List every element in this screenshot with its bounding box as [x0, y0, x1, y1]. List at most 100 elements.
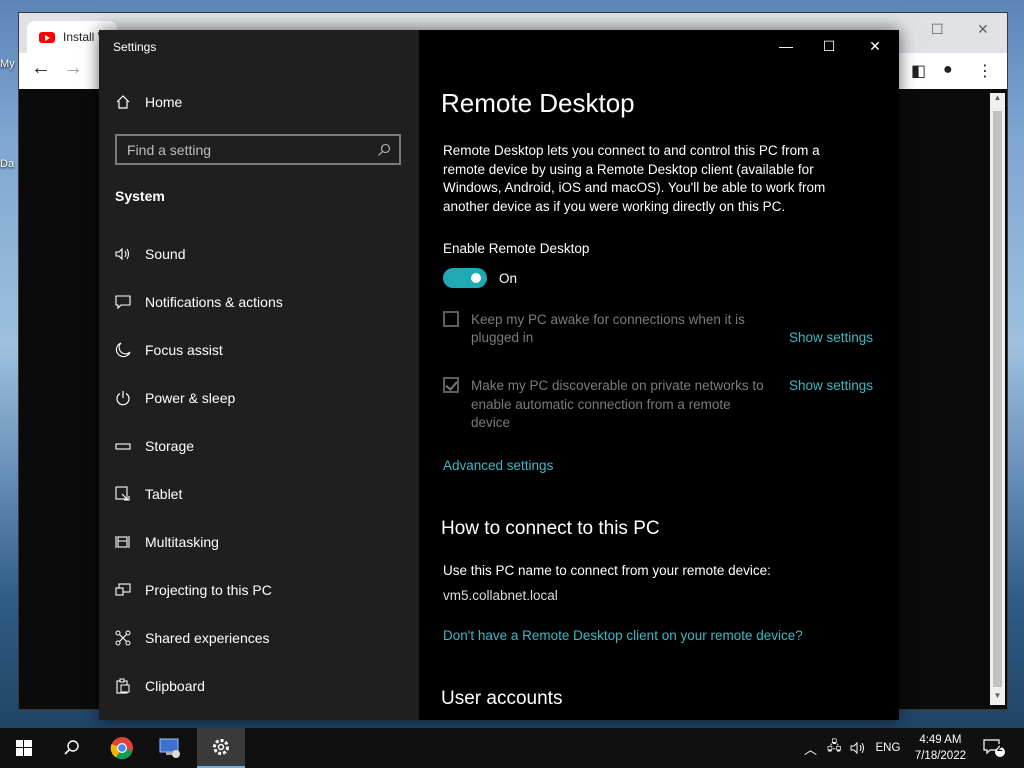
notification-center-button[interactable]: 2: [972, 728, 1016, 768]
discoverable-checkbox[interactable]: [443, 377, 459, 393]
sidebar-item-storage[interactable]: Storage: [115, 434, 194, 458]
scrollbar-thumb[interactable]: [993, 111, 1002, 687]
show-settings-link[interactable]: Show settings: [789, 330, 873, 345]
window-title: Settings: [113, 40, 157, 54]
sidebar-item-label: Projecting to this PC: [145, 582, 272, 598]
chrome-icon: [110, 737, 133, 760]
sidebar-item-shared-experiences[interactable]: Shared experiences: [115, 626, 270, 650]
sidebar-item-tablet[interactable]: Tablet: [115, 482, 182, 506]
page-title: Remote Desktop: [441, 88, 635, 118]
sidebar-item-label: Focus assist: [145, 342, 223, 358]
sidebar-item-label: Sound: [145, 246, 186, 262]
sidebar-item-label: Tablet: [145, 486, 183, 502]
settings-window: Settings Home System Sound Notifications…: [99, 30, 899, 720]
page-description: Remote Desktop lets you connect to and c…: [443, 143, 826, 214]
user-accounts-heading: User accounts: [441, 688, 563, 709]
toggle-state-label: On: [499, 271, 518, 286]
remote-client-link[interactable]: Don't have a Remote Desktop client on yo…: [443, 628, 803, 643]
moon-icon: [115, 342, 131, 358]
chevron-up-icon[interactable]: ︿: [804, 739, 817, 758]
scroll-up-icon[interactable]: ▲: [990, 93, 1005, 107]
keep-awake-checkbox[interactable]: [443, 311, 459, 327]
clock[interactable]: 4:49 AM 7/18/2022: [915, 732, 966, 764]
sidebar-item-projecting[interactable]: Projecting to this PC: [115, 578, 272, 602]
settings-sidebar: Settings Home System Sound Notifications…: [99, 30, 419, 720]
close-icon[interactable]: ✕: [977, 21, 989, 38]
power-icon: [116, 391, 130, 406]
sidebar-item-label: Multitasking: [145, 534, 219, 550]
desktop-icon-label[interactable]: My: [0, 58, 15, 70]
search-box[interactable]: [115, 134, 401, 165]
desktop-icon-label[interactable]: Da: [0, 158, 14, 170]
settings-taskbar-button[interactable]: [197, 728, 245, 768]
system-tray: ︿ 🖧 ENG: [804, 728, 900, 768]
remote-desktop-icon: [159, 738, 180, 758]
settings-main-panel: — ☐ ✕ Remote Desktop Remote Desktop lets…: [419, 30, 899, 720]
search-icon[interactable]: [377, 143, 391, 157]
connect-heading: How to connect to this PC: [441, 518, 660, 539]
chrome-taskbar-button[interactable]: [98, 728, 146, 768]
clipboard-icon: [116, 678, 130, 694]
multitasking-icon: [115, 536, 130, 548]
speaker-icon: [115, 247, 130, 261]
language-indicator[interactable]: ENG: [876, 742, 901, 754]
start-button[interactable]: [0, 728, 48, 768]
remote-desktop-taskbar-button[interactable]: [146, 728, 194, 768]
home-icon: [116, 95, 130, 109]
sidebar-panel-icon[interactable]: ◧: [911, 61, 926, 81]
pc-name: vm5.collabnet.local: [443, 588, 558, 603]
sidebar-item-power[interactable]: Power & sleep: [115, 386, 235, 410]
tablet-icon: [115, 486, 130, 501]
toggle-knob: [471, 273, 481, 283]
close-icon[interactable]: ✕: [860, 38, 890, 55]
windows-logo-icon: [16, 740, 32, 756]
section-heading: System: [115, 188, 165, 204]
profile-icon[interactable]: ●: [943, 61, 953, 79]
gear-icon: [213, 739, 229, 755]
sidebar-item-label: Storage: [145, 438, 195, 454]
sidebar-item-notifications[interactable]: Notifications & actions: [115, 290, 283, 314]
maximize-icon[interactable]: ☐: [814, 38, 844, 55]
keep-awake-text-line1: Keep my PC awake for connections when it…: [471, 312, 745, 327]
message-icon: [115, 295, 131, 310]
home-nav-item[interactable]: Home: [115, 94, 182, 110]
show-settings-link[interactable]: Show settings: [789, 378, 873, 393]
taskbar: ︿ 🖧 ENG 4:49 AM 7/18/2022 2: [0, 728, 1024, 768]
storage-icon: [115, 443, 131, 450]
clock-date: 7/18/2022: [914, 750, 966, 762]
search-button[interactable]: [48, 728, 96, 768]
menu-kebab-icon[interactable]: ⋮: [977, 61, 993, 81]
sidebar-item-sound[interactable]: Sound: [115, 242, 185, 266]
enable-remote-desktop-label: Enable Remote Desktop: [443, 241, 590, 256]
connect-text: Use this PC name to connect from your re…: [443, 563, 771, 578]
forward-icon[interactable]: →: [63, 57, 83, 80]
projector-icon: [115, 583, 131, 596]
discoverable-text-line1: Make my PC discoverable on private netwo…: [471, 378, 764, 393]
speaker-icon[interactable]: [850, 741, 868, 755]
enable-remote-desktop-toggle[interactable]: [443, 268, 487, 288]
discoverable-text-line2: enable automatic connection from a remot…: [471, 397, 731, 412]
sidebar-item-multitasking[interactable]: Multitasking: [115, 530, 219, 554]
sidebar-item-label: Shared experiences: [145, 630, 270, 646]
notification-count-badge: 2: [997, 743, 1003, 754]
home-label: Home: [145, 94, 183, 110]
network-icon[interactable]: 🖧: [827, 737, 842, 759]
search-icon: [64, 740, 79, 755]
keep-awake-text-line2: plugged in: [471, 330, 534, 345]
advanced-settings-link[interactable]: Advanced settings: [443, 458, 553, 473]
sidebar-item-label: Power & sleep: [145, 390, 236, 406]
sidebar-item-clipboard[interactable]: Clipboard: [115, 674, 205, 698]
discoverable-text-line3: device: [471, 415, 511, 430]
sidebar-item-label: Notifications & actions: [145, 294, 283, 310]
search-input[interactable]: [117, 140, 377, 159]
back-icon[interactable]: ←: [31, 57, 51, 80]
youtube-icon: [39, 31, 55, 43]
sidebar-item-focus-assist[interactable]: Focus assist: [115, 338, 223, 362]
clock-time: 4:49 AM: [919, 734, 962, 746]
maximize-icon[interactable]: ☐: [931, 21, 944, 38]
check-icon: [445, 378, 458, 391]
minimize-icon[interactable]: —: [771, 38, 801, 54]
scrollbar[interactable]: ▲ ▼: [990, 93, 1005, 705]
sidebar-item-label: Clipboard: [145, 678, 205, 694]
scroll-down-icon[interactable]: ▼: [990, 691, 1005, 705]
